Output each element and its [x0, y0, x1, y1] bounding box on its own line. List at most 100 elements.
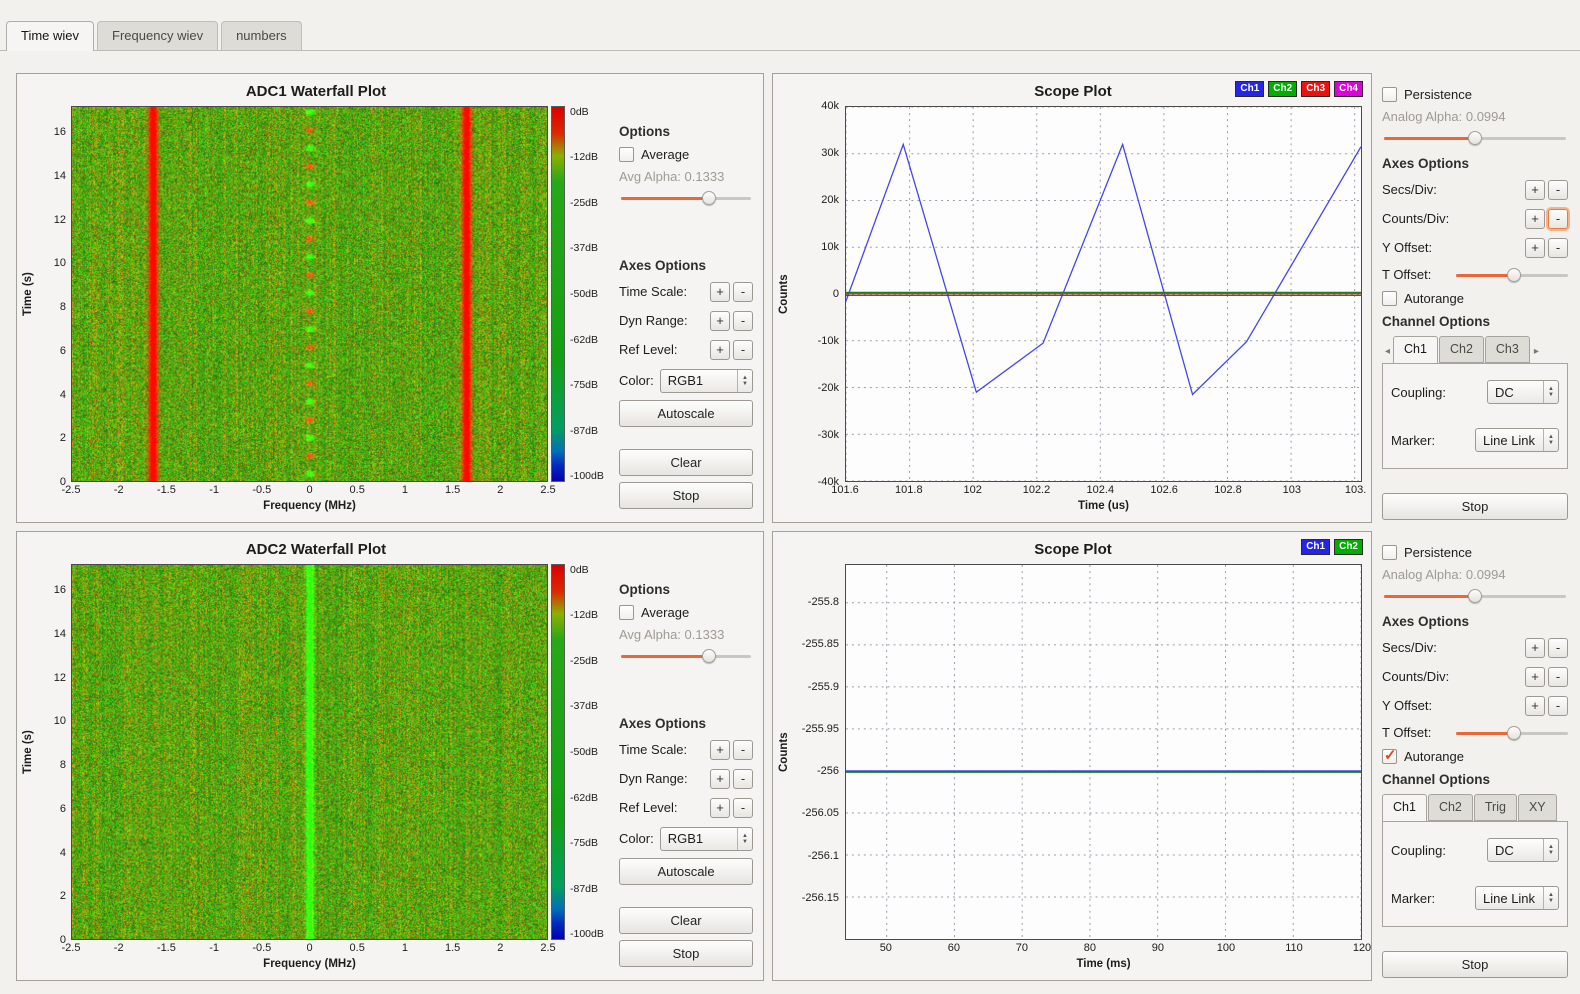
tab-numbers[interactable]: numbers	[221, 21, 302, 50]
counts-div-minus-button[interactable]: -	[1548, 667, 1568, 687]
autoscale-button[interactable]: Autoscale	[619, 858, 753, 885]
color-select[interactable]: RGB1 ▲▼	[660, 369, 753, 393]
spinner-arrows-icon[interactable]: ▲▼	[737, 828, 752, 850]
channel-tab-xy[interactable]: XY	[1518, 794, 1557, 821]
slider-fill	[1456, 732, 1514, 735]
counts-div-plus-button[interactable]: +	[1525, 209, 1545, 229]
spinner-arrows-icon[interactable]: ▲▼	[1543, 839, 1558, 861]
y-offset-minus-button[interactable]: -	[1548, 238, 1568, 258]
adc1-x-ticks: -2.5-2-1.5-1-0.500.511.522.5	[71, 482, 548, 498]
t-offset-slider[interactable]	[1456, 267, 1568, 283]
adc1-waterfall-plot: ADC1 Waterfall Plot Time (s) 02468101214…	[17, 74, 613, 522]
tick-label: 101.8	[895, 484, 923, 496]
dyn-range-plus-button[interactable]: +	[710, 769, 730, 789]
coupling-select[interactable]: DC ▲▼	[1487, 838, 1559, 862]
scope-stop-button[interactable]: Stop	[1382, 951, 1568, 978]
t-offset-slider[interactable]	[1456, 725, 1568, 741]
dyn-range-minus-button[interactable]: -	[733, 769, 753, 789]
spinner-arrows-icon[interactable]: ▲▼	[1543, 381, 1558, 403]
tick-label: 103	[1283, 484, 1301, 496]
channel-tabs: Ch1 Ch2 Trig XY	[1382, 794, 1568, 821]
persistence-checkbox[interactable]	[1382, 87, 1397, 102]
autorange-checkbox[interactable]	[1382, 749, 1397, 764]
tab-scroll-left-icon[interactable]: ◂	[1382, 346, 1393, 363]
marker-label: Marker:	[1391, 891, 1435, 906]
ref-level-plus-button[interactable]: +	[710, 340, 730, 360]
scope1-plot[interactable]	[846, 107, 1361, 481]
y-offset-plus-button[interactable]: +	[1525, 238, 1545, 258]
average-checkbox[interactable]	[619, 605, 634, 620]
dyn-range-plus-button[interactable]: +	[710, 311, 730, 331]
ref-level-minus-button[interactable]: -	[733, 340, 753, 360]
row-2: ADC2 Waterfall Plot Time (s) 02468101214…	[16, 531, 1570, 981]
dyn-range-row: Dyn Range: + -	[619, 311, 753, 331]
marker-select[interactable]: Line Link ▲▼	[1475, 428, 1559, 452]
tab-scroll-right-icon[interactable]: ▸	[1531, 346, 1542, 363]
slider-thumb[interactable]	[1468, 131, 1482, 145]
slider-thumb[interactable]	[1468, 589, 1482, 603]
time-scale-minus-button[interactable]: -	[733, 740, 753, 760]
tick-label: 10k	[821, 241, 839, 253]
scope2-plot-frame	[845, 564, 1362, 940]
scope-stop-button[interactable]: Stop	[1382, 493, 1568, 520]
marker-select[interactable]: Line Link ▲▼	[1475, 886, 1559, 910]
ref-level-plus-button[interactable]: +	[710, 798, 730, 818]
channel-tab-ch2[interactable]: Ch2	[1428, 794, 1473, 821]
analog-alpha-slider[interactable]	[1384, 588, 1566, 604]
autorange-checkbox[interactable]	[1382, 291, 1397, 306]
time-scale-plus-button[interactable]: +	[710, 282, 730, 302]
ref-level-minus-button[interactable]: -	[733, 798, 753, 818]
channel-tab-ch2[interactable]: Ch2	[1439, 336, 1484, 363]
axes-options-heading: Axes Options	[1382, 614, 1568, 629]
secs-div-minus-button[interactable]: -	[1548, 180, 1568, 200]
time-scale-plus-button[interactable]: +	[710, 740, 730, 760]
stop-button[interactable]: Stop	[619, 940, 753, 967]
stop-button[interactable]: Stop	[619, 482, 753, 509]
adc1-x-axis-label: Frequency (MHz)	[71, 498, 548, 518]
average-checkbox[interactable]	[619, 147, 634, 162]
analog-alpha-slider[interactable]	[1384, 130, 1566, 146]
channel-tab-trig[interactable]: Trig	[1474, 794, 1517, 821]
tab-time-view[interactable]: Time wiev	[6, 21, 94, 51]
secs-div-plus-button[interactable]: +	[1525, 638, 1545, 658]
tab-frequency-view[interactable]: Frequency wiev	[97, 21, 218, 50]
persistence-checkbox[interactable]	[1382, 545, 1397, 560]
coupling-label: Coupling:	[1391, 843, 1446, 858]
clear-button[interactable]: Clear	[619, 907, 753, 934]
slider-thumb[interactable]	[702, 649, 716, 663]
channel-tab-ch3[interactable]: Ch3	[1485, 336, 1530, 363]
coupling-select[interactable]: DC ▲▼	[1487, 380, 1559, 404]
marker-value: Line Link	[1476, 433, 1543, 448]
channel-tab-ch1[interactable]: Ch1	[1382, 794, 1427, 822]
adc1-waterfall-canvas[interactable]	[72, 107, 547, 481]
slider-thumb[interactable]	[1507, 726, 1521, 740]
secs-div-plus-button[interactable]: +	[1525, 180, 1545, 200]
autoscale-button[interactable]: Autoscale	[619, 400, 753, 427]
y-offset-plus-button[interactable]: +	[1525, 696, 1545, 716]
spinner-arrows-icon[interactable]: ▲▼	[737, 370, 752, 392]
secs-div-minus-button[interactable]: -	[1548, 638, 1568, 658]
slider-thumb[interactable]	[1507, 268, 1521, 282]
ref-level-row: Ref Level: + -	[619, 340, 753, 360]
channel-tab-ch1[interactable]: Ch1	[1393, 336, 1438, 364]
counts-div-row: Counts/Div: + -	[1382, 667, 1568, 687]
counts-div-plus-button[interactable]: +	[1525, 667, 1545, 687]
time-scale-minus-button[interactable]: -	[733, 282, 753, 302]
avg-alpha-slider[interactable]	[621, 190, 751, 206]
slider-thumb[interactable]	[702, 191, 716, 205]
clear-button[interactable]: Clear	[619, 449, 753, 476]
dyn-range-minus-button[interactable]: -	[733, 311, 753, 331]
spinner-arrows-icon[interactable]: ▲▼	[1543, 887, 1558, 909]
scope2-plot[interactable]	[846, 565, 1361, 939]
adc1-colorbar-labels: 0dB-12dB-25dB-37dB-50dB-62dB-75dB-87dB-1…	[565, 106, 613, 482]
avg-alpha-slider[interactable]	[621, 648, 751, 664]
y-offset-minus-button[interactable]: -	[1548, 696, 1568, 716]
tick-label: 102.4	[1087, 484, 1115, 496]
counts-div-minus-button[interactable]: -	[1548, 209, 1568, 229]
adc2-waterfall-canvas[interactable]	[72, 565, 547, 939]
color-select[interactable]: RGB1 ▲▼	[660, 827, 753, 851]
spinner-arrows-icon[interactable]: ▲▼	[1543, 429, 1558, 451]
adc2-colorbar	[551, 564, 565, 940]
t-offset-label: T Offset:	[1382, 267, 1431, 282]
tick-label: 0.5	[350, 484, 365, 496]
